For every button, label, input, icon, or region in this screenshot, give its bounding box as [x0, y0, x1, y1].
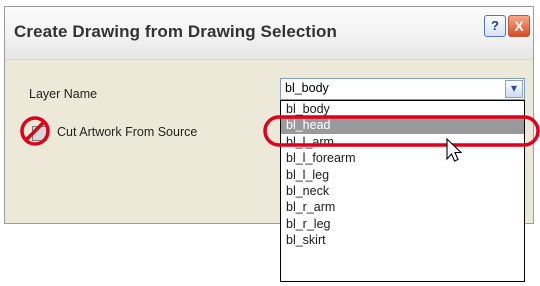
dropdown-option-bl-r-arm[interactable]: bl_r_arm: [281, 199, 524, 215]
window-title: Create Drawing from Drawing Selection: [14, 22, 337, 41]
help-icon[interactable]: ?: [484, 15, 506, 37]
dropdown-option-bl-l-leg[interactable]: bl_l_leg: [281, 167, 524, 183]
dropdown-option-bl-l-arm[interactable]: bl_l_arm: [281, 134, 524, 150]
dropdown-option-bl-body[interactable]: bl_body: [281, 101, 524, 117]
close-icon[interactable]: X: [508, 15, 530, 37]
chevron-down-icon[interactable]: ▾: [505, 80, 523, 98]
cut-artwork-label: Cut Artwork From Source: [57, 125, 198, 139]
dropdown-option-bl-skirt[interactable]: bl_skirt: [281, 232, 524, 248]
dropdown-option-bl-l-forearm[interactable]: bl_l_forearm: [281, 150, 524, 166]
dropdown-option-bl-r-leg[interactable]: bl_r_leg: [281, 216, 524, 232]
layer-name-dropdown[interactable]: bl_body ▾: [280, 78, 525, 100]
dropdown-option-bl-head[interactable]: bl_head: [281, 117, 524, 134]
layer-options-list[interactable]: bl_body bl_head bl_l_arm bl_l_forearm bl…: [280, 100, 525, 282]
title-bar: Create Drawing from Drawing Selection ? …: [5, 7, 533, 60]
layer-name-value: bl_body: [285, 81, 329, 95]
screenshot-stage: Create Drawing from Drawing Selection ? …: [0, 0, 540, 286]
dropdown-option-bl-neck[interactable]: bl_neck: [281, 183, 524, 199]
cut-artwork-checkbox[interactable]: [32, 126, 47, 141]
layer-name-label: Layer Name: [29, 87, 98, 101]
